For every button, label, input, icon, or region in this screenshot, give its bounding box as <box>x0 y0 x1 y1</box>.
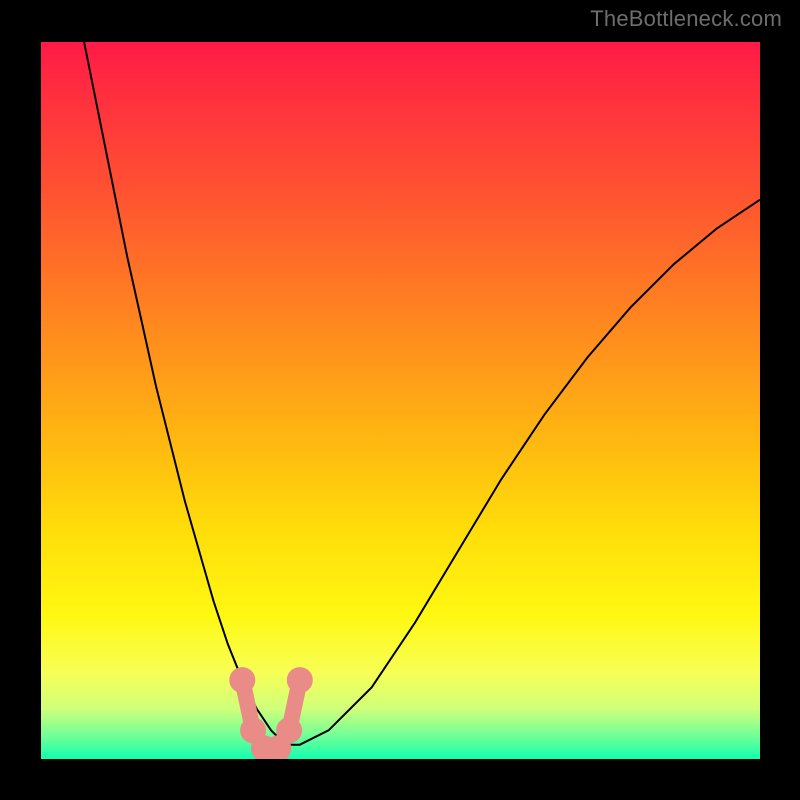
bottleneck-curve-svg <box>41 42 760 759</box>
touch-marker-dot <box>270 740 286 756</box>
watermark-text: TheBottleneck.com <box>590 6 782 32</box>
touch-marker-dot <box>292 672 308 688</box>
touch-marker-dot <box>234 672 250 688</box>
curve-touch-markers <box>234 672 307 756</box>
bottleneck-curve-path <box>84 42 760 745</box>
chart-plot-area <box>41 42 760 759</box>
touch-marker-dot <box>245 722 261 738</box>
touch-marker-dot <box>281 722 297 738</box>
